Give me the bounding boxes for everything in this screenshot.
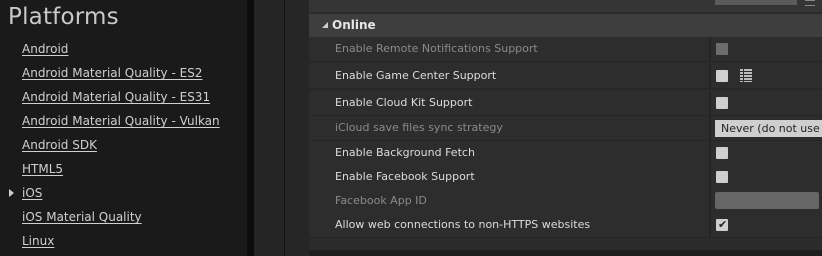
icloud-sync-strategy-dropdown[interactable]: Never (do not use iCloud for Load/Save G… [715, 120, 822, 137]
sidebar-item-android-material-es2[interactable]: Android Material Quality - ES2 [22, 66, 202, 86]
cloud-kit-checkbox[interactable] [716, 97, 728, 109]
column-splitter[interactable] [709, 141, 711, 165]
property-label: Allow web connections to non-HTTPS websi… [335, 218, 591, 231]
column-splitter[interactable] [709, 165, 711, 189]
property-label: Enable Background Fetch [335, 146, 475, 159]
check-icon: ✔ [718, 218, 728, 231]
sidebar-item-android[interactable]: Android [22, 42, 68, 62]
sidebar-item-ios-material-quality[interactable]: iOS Material Quality [22, 210, 142, 230]
previous-row-field[interactable] [715, 0, 797, 5]
property-label: Enable Cloud Kit Support [335, 96, 473, 109]
property-row: Allow web connections to non-HTTPS websi… [309, 213, 822, 238]
remote-notifications-checkbox[interactable] [716, 43, 728, 55]
details-panel: Online Enable Remote Notifications Suppo… [309, 0, 822, 256]
property-row: Enable Facebook Support [309, 165, 822, 190]
selected-arrow-icon [9, 189, 14, 197]
property-row: iCloud save files sync strategy Never (d… [309, 116, 822, 141]
background-fetch-checkbox[interactable] [716, 147, 728, 159]
column-splitter[interactable] [709, 189, 711, 213]
property-row: Enable Cloud Kit Support [309, 91, 822, 116]
property-row: Facebook App ID [309, 189, 822, 214]
allow-http-checkbox[interactable]: ✔ [716, 219, 728, 231]
sidebar-item-android-material-vulkan[interactable]: Android Material Quality - Vulkan [22, 114, 220, 134]
column-splitter[interactable] [709, 37, 711, 61]
platforms-sidebar: Platforms Android Android Material Quali… [0, 0, 247, 256]
category-label: Online [332, 18, 376, 32]
scroll-gutter [254, 0, 284, 256]
panel-splitter[interactable] [247, 0, 254, 256]
property-label: Facebook App ID [335, 194, 427, 207]
details-grid-icon[interactable] [740, 69, 752, 82]
column-splitter[interactable] [709, 116, 711, 140]
sidebar-item-linux[interactable]: Linux [22, 234, 54, 254]
column-splitter[interactable] [709, 213, 711, 237]
panel-bottom [309, 250, 822, 256]
category-header-online[interactable]: Online [309, 14, 822, 37]
game-center-checkbox[interactable] [716, 70, 728, 82]
property-label: Enable Remote Notifications Support [335, 42, 538, 55]
sidebar-title: Platforms [8, 4, 119, 30]
column-splitter[interactable] [709, 64, 711, 88]
sidebar-item-android-sdk[interactable]: Android SDK [22, 138, 97, 158]
property-row: Enable Background Fetch [309, 141, 822, 166]
column-splitter[interactable] [709, 91, 711, 115]
sidebar-item-android-material-es31[interactable]: Android Material Quality - ES31 [22, 90, 210, 110]
collapse-arrow-icon[interactable] [322, 22, 328, 28]
sidebar-item-html5[interactable]: HTML5 [22, 162, 63, 182]
previous-row-icon[interactable] [805, 0, 815, 6]
facebook-support-checkbox[interactable] [716, 171, 728, 183]
property-label: Enable Facebook Support [335, 170, 475, 183]
facebook-app-id-field[interactable] [715, 192, 819, 209]
property-label: iCloud save files sync strategy [335, 121, 503, 134]
previous-row [309, 0, 822, 12]
property-label: Enable Game Center Support [335, 69, 497, 82]
property-row: Enable Remote Notifications Support [309, 37, 822, 62]
sidebar-item-ios[interactable]: iOS [22, 186, 42, 206]
property-row: Enable Game Center Support [309, 64, 822, 89]
details-gutter [285, 0, 309, 256]
